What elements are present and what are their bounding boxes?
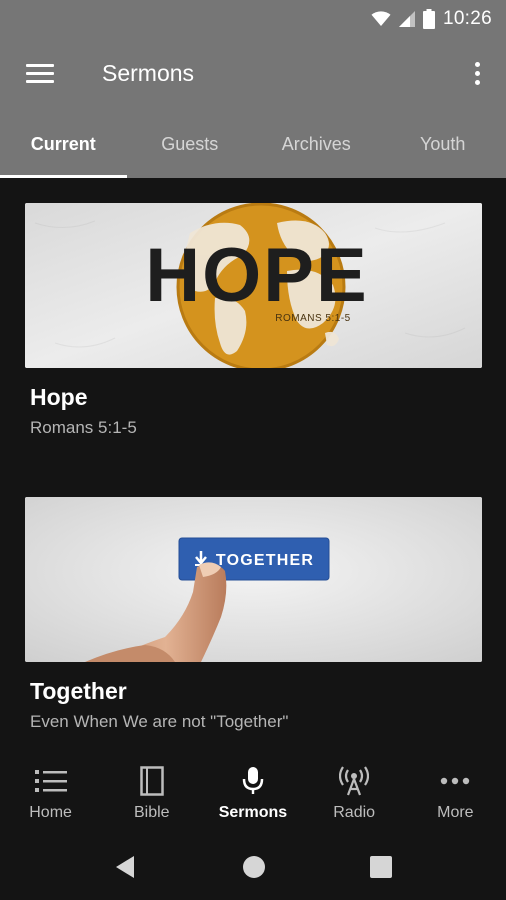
- hope-reference-text: ROMANS 5:1-5: [275, 313, 350, 324]
- back-triangle-icon: [116, 856, 134, 878]
- status-time: 10:26: [442, 8, 492, 29]
- tab-archives[interactable]: Archives: [253, 126, 380, 178]
- menu-icon: [26, 64, 54, 67]
- together-artwork-graphic: TOGETHER: [25, 497, 482, 662]
- page-title: Sermons: [102, 60, 195, 86]
- nav-radio[interactable]: Radio: [304, 756, 405, 832]
- menu-icon-line: [26, 80, 54, 83]
- microphone-icon: [235, 766, 271, 796]
- overflow-menu-button[interactable]: [472, 60, 482, 88]
- sermon-artwork-together: TOGETHER: [25, 497, 482, 662]
- nav-label: Bible: [133, 804, 170, 821]
- sermon-card-together[interactable]: TOGETHER Together Even When We are not "…: [25, 497, 482, 735]
- nav-sermons[interactable]: Sermons: [202, 756, 303, 832]
- back-button[interactable]: [112, 852, 142, 882]
- tab-label: Current: [30, 134, 96, 154]
- status-bar: 10:26: [0, 0, 506, 38]
- menu-button[interactable]: [26, 62, 54, 86]
- menu-icon-line: [26, 72, 54, 75]
- tab-bar: Current Guests Archives Youth: [0, 126, 506, 178]
- bottom-navigation: Home Bible Sermons Radio More: [0, 756, 506, 832]
- system-navigation-bar: [0, 832, 506, 900]
- nav-label: Radio: [333, 804, 376, 821]
- book-icon: [134, 766, 170, 796]
- wifi-icon: [371, 11, 391, 26]
- cellular-signal-icon: [398, 11, 415, 27]
- tab-label: Archives: [281, 134, 351, 154]
- sermon-title: Together: [30, 678, 127, 704]
- nav-bible[interactable]: Bible: [101, 756, 202, 832]
- more-vertical-icon-dot: [475, 71, 480, 76]
- recents-button[interactable]: [366, 852, 396, 882]
- tab-youth[interactable]: Youth: [380, 126, 506, 178]
- tab-label: Youth: [420, 134, 466, 154]
- more-horizontal-icon: [437, 766, 473, 796]
- sermon-title: Hope: [30, 384, 88, 410]
- sermon-subtitle: Romans 5:1-5: [30, 418, 137, 437]
- status-icons: 10:26: [371, 6, 492, 32]
- home-circle-icon: [243, 856, 265, 878]
- sermon-artwork-hope: HOPE ROMANS 5:1-5: [25, 203, 482, 368]
- hope-artwork-graphic: HOPE ROMANS 5:1-5: [25, 203, 482, 368]
- more-vertical-icon: [475, 62, 480, 67]
- home-button[interactable]: [239, 852, 269, 882]
- recents-square-icon: [370, 856, 392, 878]
- nav-label: Home: [29, 804, 72, 821]
- sermon-card-hope[interactable]: HOPE ROMANS 5:1-5 Hope Romans 5:1-5: [25, 203, 482, 443]
- radio-tower-icon: [336, 766, 372, 796]
- more-vertical-icon-dot: [475, 80, 480, 85]
- hope-heading-text: HOPE: [145, 233, 368, 318]
- nav-label: Sermons: [218, 804, 288, 821]
- together-button-text: TOGETHER: [216, 552, 314, 569]
- nav-more[interactable]: More: [405, 756, 506, 832]
- nav-home[interactable]: Home: [0, 756, 101, 832]
- nav-label: More: [437, 804, 474, 821]
- tab-guests[interactable]: Guests: [127, 126, 254, 178]
- list-icon: [33, 766, 69, 796]
- battery-icon: [422, 9, 435, 29]
- tab-current[interactable]: Current: [0, 126, 127, 178]
- app-bar: Sermons Current Guests Archives Youth: [0, 38, 506, 178]
- sermon-subtitle: Even When We are not "Together": [30, 712, 289, 731]
- tab-label: Guests: [161, 134, 219, 154]
